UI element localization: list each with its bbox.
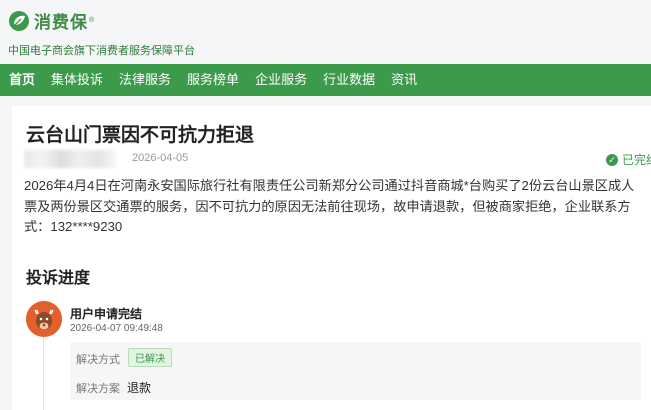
nav-item-group-complaint[interactable]: 集体投诉 — [43, 64, 111, 96]
blurred-username — [24, 150, 116, 168]
registered-mark: ® — [89, 17, 95, 24]
complaint-title: 云台山门票因不可抗力拒退 — [26, 125, 255, 146]
complaint-meta: 2026-04-05 ✓ 已完结 — [24, 148, 651, 170]
brand-tagline: 中国电子商会旗下消费者服务保障平台 — [8, 45, 195, 57]
resolution-box: 解决方式 已解决 解决方案 退款 — [70, 342, 641, 400]
nav-item-service-ranking[interactable]: 服务榜单 — [179, 64, 247, 96]
reindeer-avatar-icon — [26, 301, 62, 337]
leaf-logo-icon — [8, 10, 30, 32]
main-nav: 首页 集体投诉 法律服务 服务榜单 企业服务 行业数据 资讯 — [0, 64, 651, 96]
complaint-card: 云台山门票因不可抗力拒退 2026-04-05 ✓ 已完结 2026年4月4日在… — [12, 106, 651, 410]
method-label: 解决方式 — [76, 354, 120, 366]
check-circle-icon: ✓ — [605, 153, 618, 166]
nav-item-home[interactable]: 首页 — [1, 64, 43, 96]
nav-item-legal-service[interactable]: 法律服务 — [111, 64, 179, 96]
brand-name: 消费保 — [34, 13, 88, 32]
timeline-event-time: 2026-04-07 09:49:48 — [70, 323, 163, 334]
complaint-date: 2026-04-05 — [132, 152, 189, 164]
site-header: 消费保 ® 中国电子商会旗下消费者服务保障平台 — [0, 0, 651, 64]
status-label: 已完结 — [621, 153, 651, 167]
nav-item-industry-data[interactable]: 行业数据 — [315, 64, 383, 96]
method-badge: 已解决 — [128, 348, 172, 367]
solution-label: 解决方案 — [76, 383, 120, 395]
status-badge: ✓ 已完结 — [605, 151, 651, 168]
site-logo[interactable]: 消费保 ® — [8, 8, 94, 33]
progress-section-title: 投诉进度 — [26, 270, 91, 287]
nav-item-enterprise-service[interactable]: 企业服务 — [247, 64, 315, 96]
complaint-description: 2026年4月4日在河南永安国际旅行社有限责任公司新郑分公司通过抖音商城*台购买… — [24, 178, 635, 234]
timeline-event-title: 用户申请完结 — [70, 307, 143, 321]
timeline-line — [43, 337, 44, 410]
solution-value: 退款 — [127, 381, 152, 395]
nav-item-news[interactable]: 资讯 — [383, 64, 425, 96]
